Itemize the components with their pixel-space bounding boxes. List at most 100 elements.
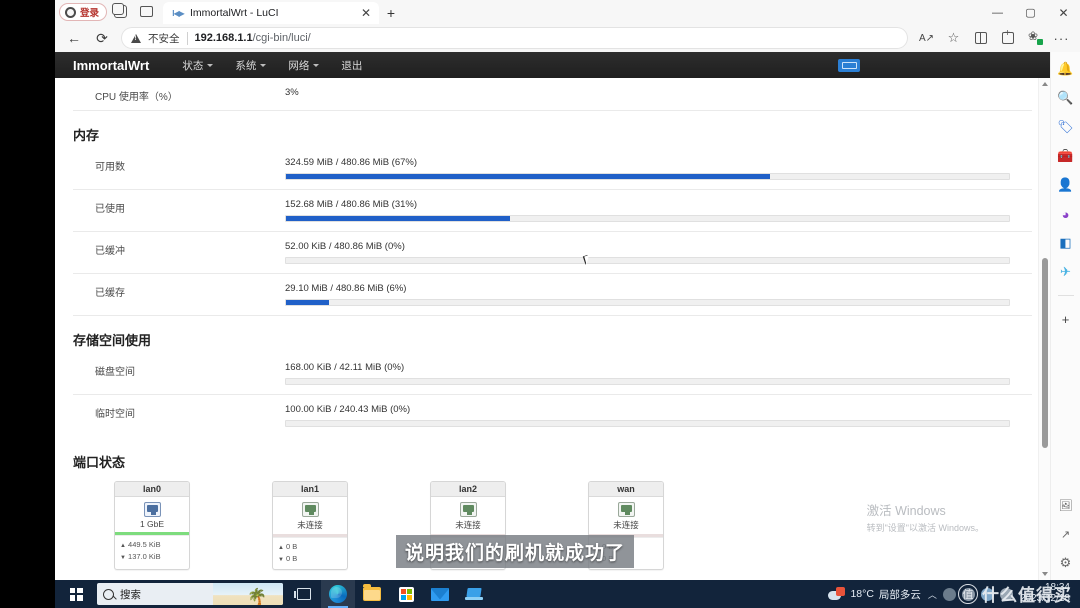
browser-tab[interactable]: I◀▶ ImmortalWrt - LuCI ✕ <box>163 2 380 24</box>
read-aloud-button[interactable]: A↗ <box>914 26 939 50</box>
luci-menu-network[interactable]: 网络 <box>277 58 330 73</box>
collections-icon <box>1001 28 1014 44</box>
progress-bar <box>285 420 1010 427</box>
row-label: 临时空间 <box>95 409 135 420</box>
status-indicator-badge[interactable] <box>838 58 860 72</box>
luci-menu-status[interactable]: 状态 <box>171 58 224 73</box>
row-label: 磁盘空间 <box>95 367 135 378</box>
badge-glyph <box>841 61 857 69</box>
port-card-lan1[interactable]: lan1 未连接 ▲ 0 B ▼ 0 B <box>272 481 348 570</box>
rx-value: 137.0 KiB <box>128 552 161 561</box>
show-hidden-icons-button[interactable]: ︿ <box>928 588 937 601</box>
luci-page: ImmortalWrt 状态 系统 网络 退出 CPU 使用率（%） 3% 内存… <box>55 52 1050 580</box>
shopping-tag-icon[interactable]: 🏷 <box>1057 118 1075 136</box>
port-slot: lan0 1 GbE ▲ 449.5 KiB ▼ 137.0 KiB <box>73 481 231 570</box>
microsoft-store-button[interactable] <box>389 580 423 608</box>
menu-label: 退出 <box>341 59 363 72</box>
menu-label: 系统 <box>235 59 257 72</box>
row-value: 52.00 KiB / 480.86 MiB (0%) <box>285 241 1032 264</box>
tools-briefcase-icon[interactable]: 🧰 <box>1057 147 1075 165</box>
luci-content: CPU 使用率（%） 3% 内存 可用数 324.59 MiB / 480.86… <box>55 78 1050 580</box>
row-value: 3% <box>285 87 1032 98</box>
table-row: 已使用 152.68 MiB / 480.86 MiB (31%) <box>73 190 1032 232</box>
window-controls: — ▢ ✕ <box>981 1 1080 24</box>
close-window-button[interactable]: ✕ <box>1047 1 1080 24</box>
split-screen-button[interactable] <box>133 0 159 22</box>
ethernet-jack-icon <box>617 502 635 517</box>
page-scrollbar[interactable] <box>1038 78 1050 580</box>
copilot-bell-icon[interactable]: 🔔 <box>1057 60 1075 78</box>
luci-menu-logout[interactable]: 退出 <box>330 58 373 73</box>
search-input[interactable]: 搜索 <box>97 583 283 605</box>
row-value-text: 324.59 MiB / 480.86 MiB (67%) <box>285 157 418 168</box>
row-value-text: 29.10 MiB / 480.86 MiB (6%) <box>285 283 407 294</box>
edge-browser-button[interactable] <box>321 580 355 608</box>
brand-circle-icon: 值 <box>958 583 978 604</box>
weather-widget[interactable]: 18°C 局部多云 <box>828 587 921 602</box>
file-explorer-button[interactable] <box>355 580 389 608</box>
new-tab-button[interactable]: + <box>379 2 403 24</box>
row-label: 已使用 <box>95 204 125 215</box>
port-status: 未连接 <box>455 520 481 530</box>
progress-fill <box>286 174 771 179</box>
scrollbar-thumb[interactable] <box>1042 258 1048 448</box>
tab-favicon-icon: I◀▶ <box>172 8 184 18</box>
windows-taskbar: 搜索 18°C 局部多云 ︿ 18:34 2023/12/18 <box>55 580 1080 608</box>
port-status: 1 GbE <box>139 519 165 529</box>
table-row: CPU 使用率（%） 3% <box>73 84 1032 111</box>
port-name: lan1 <box>273 482 347 497</box>
onedrive-icon[interactable] <box>942 587 956 601</box>
split-screen-toolbar-button[interactable] <box>968 26 993 50</box>
chevron-down-icon <box>313 64 320 68</box>
search-icon[interactable]: 🔍 <box>1057 89 1075 107</box>
progress-bar <box>285 257 1010 264</box>
start-button[interactable] <box>55 580 97 608</box>
close-tab-button[interactable]: ✕ <box>359 7 373 19</box>
maximize-button[interactable]: ▢ <box>1014 1 1047 24</box>
browser-window: 登录 I◀▶ ImmortalWrt - LuCI ✕ + — ▢ ✕ ← ⟳ … <box>55 0 1080 580</box>
telegram-icon[interactable]: ✈ <box>1057 263 1075 281</box>
weather-temp: 18°C <box>850 588 874 600</box>
task-view-button[interactable] <box>287 580 321 608</box>
progress-fill <box>286 300 330 305</box>
profile-sign-in-button[interactable]: 登录 <box>59 3 108 21</box>
mail-button[interactable] <box>423 580 457 608</box>
taskbar-apps <box>287 580 491 608</box>
settings-gear-icon[interactable]: ⚙ <box>1057 554 1075 572</box>
collections-button[interactable] <box>995 26 1020 50</box>
open-in-new-icon[interactable]: ↗ <box>1057 525 1075 543</box>
brand-watermark-text: 什么值得买 <box>982 586 1072 605</box>
scroll-up-arrow-icon[interactable] <box>1042 82 1048 86</box>
more-icon: ··· <box>1053 30 1070 46</box>
outlook-icon[interactable]: ◧ <box>1057 234 1075 252</box>
table-row: 可用数 324.59 MiB / 480.86 MiB (67%) <box>73 148 1032 190</box>
row-value-text: 152.68 MiB / 480.86 MiB (31%) <box>285 199 418 210</box>
contacts-icon[interactable]: 👤 <box>1057 176 1075 194</box>
chevron-down-icon <box>207 64 214 68</box>
games-icon[interactable]: 🖼 <box>1057 496 1075 514</box>
extensions-button[interactable] <box>1022 26 1047 50</box>
search-placeholder: 搜索 <box>120 588 141 601</box>
row-value: 168.00 KiB / 42.11 MiB (0%) <box>285 362 1032 385</box>
photos-icon[interactable]: ◕ <box>1057 205 1075 223</box>
url-host: 192.168.1.1 <box>194 32 253 44</box>
back-button[interactable]: ← <box>61 26 87 50</box>
minimize-button[interactable]: — <box>981 1 1014 24</box>
port-name: lan2 <box>431 482 505 497</box>
video-subtitle: 说明我们的刷机就成功了 <box>396 535 635 568</box>
copilot-button[interactable] <box>107 0 133 22</box>
add-sidebar-app-icon[interactable]: + <box>1057 310 1075 328</box>
reload-button[interactable]: ⟳ <box>89 26 115 50</box>
port-traffic: ▲ 449.5 KiB ▼ 137.0 KiB <box>115 535 189 567</box>
url-text: 192.168.1.1/cgi-bin/luci/ <box>195 32 311 44</box>
url-input[interactable]: 不安全 192.168.1.1/cgi-bin/luci/ <box>121 27 908 49</box>
split-screen-icon <box>974 32 987 44</box>
row-value-text: 100.00 KiB / 240.43 MiB (0%) <box>285 404 411 415</box>
add-favorite-button[interactable]: ☆ <box>941 26 966 50</box>
ethernet-jack-icon <box>301 502 319 517</box>
port-card-lan0[interactable]: lan0 1 GbE ▲ 449.5 KiB ▼ 137.0 KiB <box>114 481 190 570</box>
scroll-down-arrow-icon[interactable] <box>1042 572 1048 576</box>
remote-desktop-button[interactable] <box>457 580 491 608</box>
luci-menu-system[interactable]: 系统 <box>224 58 277 73</box>
browser-settings-button[interactable]: ··· <box>1049 26 1074 50</box>
